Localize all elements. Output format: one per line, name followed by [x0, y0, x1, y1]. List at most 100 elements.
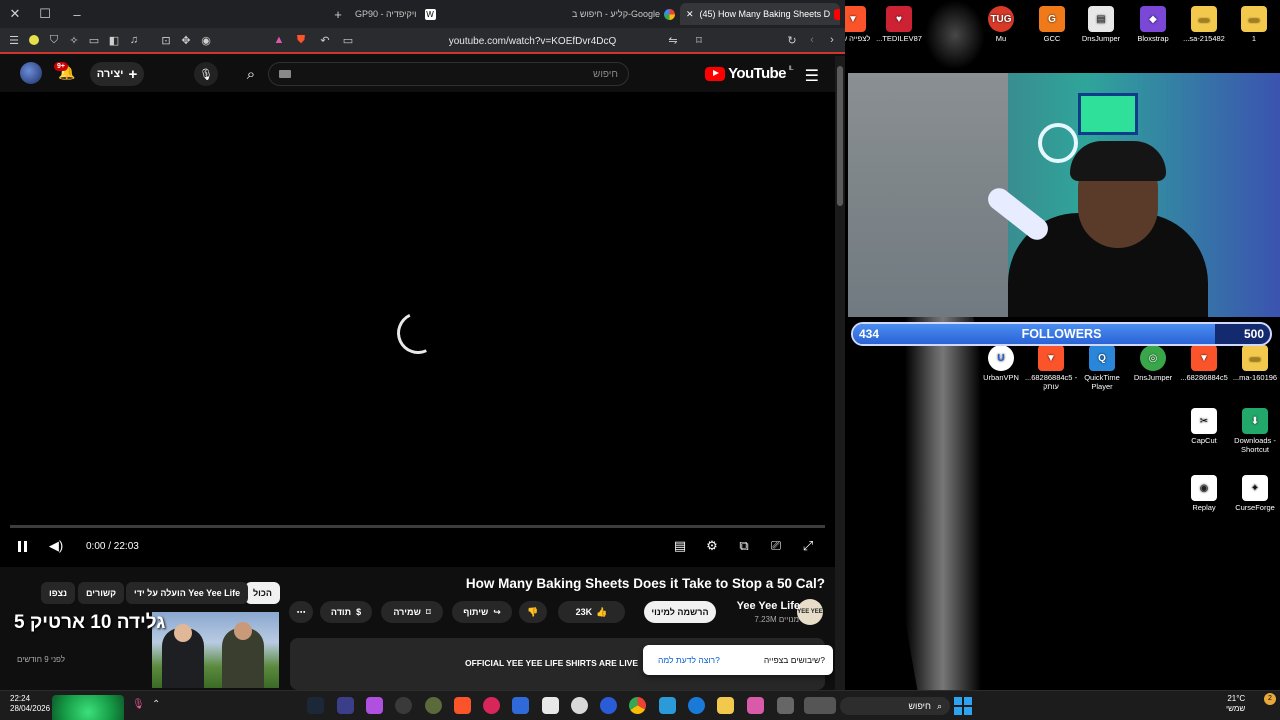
- desktop-icon-curseforge[interactable]: ✦ CurseForge: [1227, 475, 1280, 512]
- app-icon[interactable]: [425, 697, 442, 714]
- audio-wave-icon[interactable]: ◉: [199, 33, 213, 47]
- sidebar-icon[interactable]: ◧: [107, 33, 121, 47]
- channel-name[interactable]: Yee Yee Life: [737, 600, 800, 612]
- dislike-button[interactable]: 👎: [519, 601, 547, 623]
- edge-icon[interactable]: [688, 697, 705, 714]
- settings-button[interactable]: ⚙: [704, 538, 720, 554]
- site-settings-icon[interactable]: ⇋: [666, 33, 680, 47]
- obs-icon[interactable]: [395, 697, 412, 714]
- desktop-icon-gcc[interactable]: G GCC: [1024, 6, 1080, 43]
- puzzle-icon[interactable]: ✥: [179, 33, 193, 47]
- like-button[interactable]: 23K 👍: [576, 607, 608, 618]
- video-player[interactable]: ◀) 0:00 / 22:03 ▤ ⚙ ⧉ ⎚ ⤢: [0, 92, 835, 567]
- desktop-icon-folder-ma[interactable]: ▬ ...ma-160196: [1227, 345, 1280, 382]
- user-avatar[interactable]: [20, 62, 42, 84]
- extension-icon[interactable]: [27, 33, 41, 47]
- app-icon[interactable]: [512, 697, 529, 714]
- forward-icon[interactable]: ‹: [805, 33, 819, 47]
- popup-learn-link[interactable]: רוצה לדעת למה?: [658, 655, 720, 665]
- chip-related[interactable]: קשורים: [78, 582, 125, 604]
- desktop-icon-quicktime[interactable]: Q QuickTime Player: [1074, 345, 1130, 391]
- thanks-button[interactable]: תודה $: [320, 601, 372, 623]
- bookmark-icon[interactable]: ⌑: [692, 33, 706, 47]
- maximize-icon[interactable]: ☐: [34, 4, 56, 24]
- app-icon[interactable]: [777, 697, 794, 714]
- page-scrollbar[interactable]: [835, 56, 845, 690]
- fullscreen-button[interactable]: ⤢: [800, 538, 816, 554]
- reader-icon[interactable]: ▭: [341, 33, 355, 47]
- widget-thumbnail[interactable]: [52, 695, 124, 720]
- pause-button[interactable]: [14, 538, 30, 554]
- steam-icon[interactable]: [307, 697, 324, 714]
- keyboard-icon[interactable]: [279, 70, 291, 78]
- share-button[interactable]: שיתוף ↪: [452, 601, 512, 623]
- desktop-icon-dnsjumper-2[interactable]: ◎ DnsJumper: [1125, 345, 1181, 382]
- desktop-icon-brave[interactable]: ▼ ...68286884c5: [1176, 345, 1232, 382]
- clock[interactable]: 22:24 28/04/2026: [10, 694, 50, 714]
- back-arrow-icon[interactable]: ↶: [318, 33, 332, 47]
- back-icon[interactable]: ›: [825, 33, 839, 47]
- voice-search-button[interactable]: 🎙: [194, 62, 218, 86]
- chip-uploaded-by[interactable]: הועלה על ידי Yee Yee Life: [126, 582, 249, 604]
- desktop-icon-folder[interactable]: ▬ ...sa-215482: [1176, 6, 1232, 43]
- microphone-tray-icon[interactable]: 🎙: [132, 699, 145, 710]
- search-input[interactable]: [318, 67, 618, 82]
- desktop-icon-urbanvpn[interactable]: U UrbanVPN: [973, 345, 1029, 382]
- minimize-icon[interactable]: –: [66, 4, 88, 24]
- reload-icon[interactable]: ↻: [785, 33, 799, 47]
- app-icon[interactable]: [337, 697, 354, 714]
- copilot-icon[interactable]: [747, 697, 764, 714]
- desktop-icon-brave-copy[interactable]: ▼ ...68286884c5 - עותק: [1023, 345, 1079, 391]
- create-button[interactable]: יצירה +: [90, 62, 144, 86]
- subscribe-button[interactable]: הרשמה למינוי: [644, 601, 716, 623]
- app-icon[interactable]: [600, 697, 617, 714]
- shield-icon[interactable]: ⛉: [47, 33, 61, 47]
- brave-shield-icon[interactable]: ⛊: [294, 33, 308, 47]
- wallet-icon[interactable]: ▭: [87, 33, 101, 47]
- guide-menu-icon[interactable]: ☰: [805, 66, 819, 86]
- menu-icon[interactable]: ☰: [7, 33, 21, 47]
- store-icon[interactable]: [659, 697, 676, 714]
- start-button[interactable]: [954, 697, 972, 715]
- app-icon[interactable]: [483, 697, 500, 714]
- close-window-icon[interactable]: ✕: [4, 4, 26, 24]
- desktop-icon-replay[interactable]: ◉ Replay: [1176, 475, 1232, 512]
- chip-all[interactable]: הכול: [245, 582, 280, 604]
- app-icon[interactable]: [804, 697, 836, 714]
- chatgpt-icon[interactable]: [571, 697, 588, 714]
- volume-button[interactable]: ◀): [48, 538, 64, 554]
- search-button[interactable]: ⌕: [236, 62, 266, 86]
- recommendation-title[interactable]: גלידה 10 ארטיק 5: [14, 612, 165, 634]
- weather-widget[interactable]: 21°C שמשי: [1226, 694, 1245, 714]
- file-explorer-icon[interactable]: [717, 697, 734, 714]
- progress-bar[interactable]: [10, 525, 825, 528]
- desktop-icon-capcut[interactable]: ✂ CapCut: [1176, 408, 1232, 445]
- miniplayer-button[interactable]: ⧉: [736, 538, 752, 554]
- tab-google[interactable]: קליע - חיפוש ב-Google: [520, 3, 675, 25]
- chrome-icon[interactable]: [629, 697, 646, 714]
- app-icon[interactable]: [366, 697, 383, 714]
- tab-wikipedia[interactable]: GP90 - ויקיפדיה W: [355, 3, 490, 25]
- tab-youtube-active[interactable]: ✕ (45) How Many Baking Sheets D: [680, 3, 840, 25]
- close-tab-icon[interactable]: ✕: [686, 9, 694, 20]
- chevron-up-icon[interactable]: ⌃: [152, 699, 160, 710]
- brave-taskbar-icon[interactable]: [454, 697, 471, 714]
- more-actions-button[interactable]: ⋯: [289, 601, 313, 623]
- youtube-logo[interactable]: YouTube IL: [705, 65, 794, 82]
- screenshot-icon[interactable]: ⊡: [159, 33, 173, 47]
- cast-button[interactable]: ⎚: [768, 538, 784, 554]
- taskbar-search[interactable]: חיפוש ⌕: [840, 697, 950, 715]
- desktop-icon-watch[interactable]: ▼ לצפייה שלי: [845, 6, 875, 43]
- desktop-icon-bloxstrap[interactable]: ◆ Bloxstrap: [1125, 6, 1181, 43]
- address-bar[interactable]: youtube.com/watch?v=KOEfDvr4DcQ: [400, 32, 665, 50]
- desktop-icon-mu[interactable]: TUG Mu: [973, 6, 1029, 43]
- chip-watched[interactable]: נצפו: [41, 582, 75, 604]
- recommendation-thumbnail[interactable]: [152, 612, 279, 688]
- vpn-icon[interactable]: ▲: [272, 33, 286, 47]
- pin-icon[interactable]: ✧: [67, 33, 81, 47]
- desktop-icon-downloads[interactable]: ⬇ Downloads - Shortcut: [1227, 408, 1280, 454]
- channel-avatar[interactable]: YEE YEE: [797, 599, 823, 625]
- app-icon[interactable]: [542, 697, 559, 714]
- subtitles-button[interactable]: ▤: [672, 538, 688, 554]
- scrollbar-thumb[interactable]: [837, 66, 843, 206]
